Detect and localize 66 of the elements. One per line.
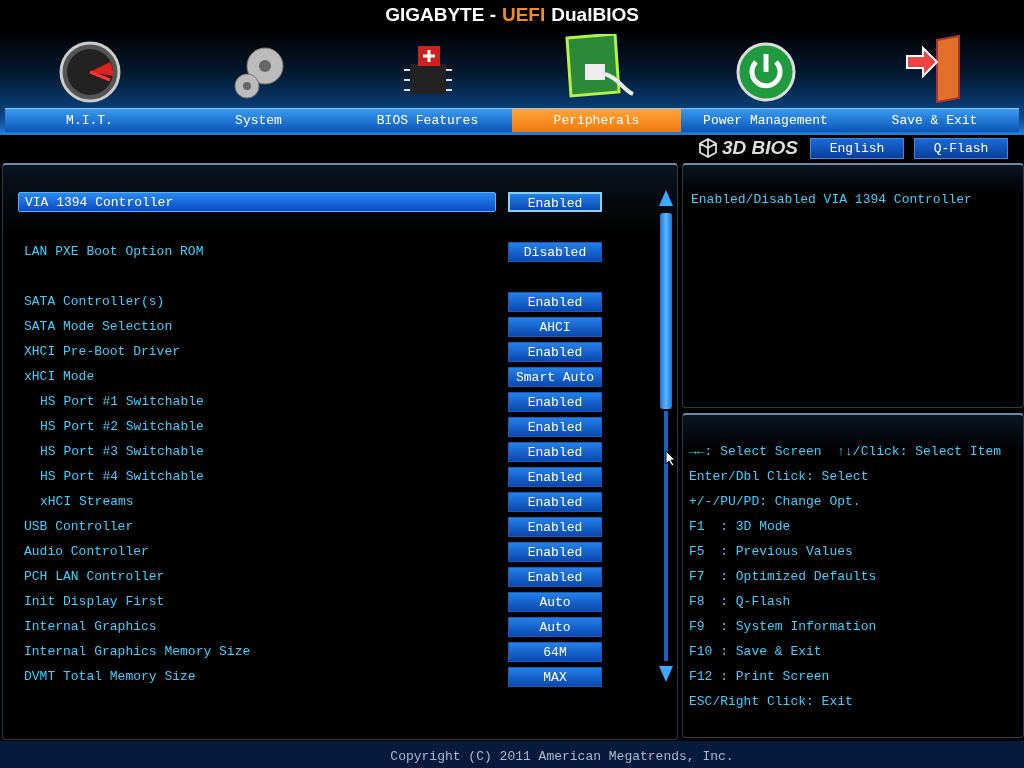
setting-label[interactable]: SATA Controller(s) <box>18 291 496 312</box>
setting-value-button[interactable]: MAX <box>508 666 602 687</box>
setting-label[interactable]: HS Port #1 Switchable <box>18 391 496 412</box>
setting-label[interactable]: Audio Controller <box>18 541 496 562</box>
setting-value-button[interactable]: Auto <box>508 591 602 612</box>
setting-value-button[interactable]: Disabled <box>508 241 602 262</box>
help-text: F8 : Q-Flash <box>689 593 792 611</box>
setting-label[interactable]: DVMT Total Memory Size <box>18 666 496 687</box>
setting-value-button[interactable]: Enabled <box>508 566 602 587</box>
setting-label[interactable]: PCH LAN Controller <box>18 566 496 587</box>
title-uefi: UEFI <box>501 4 546 26</box>
help-text: →←: Select Screen ↑↓/Click: Select Item <box>689 443 1003 461</box>
toolbar-button[interactable]: Q-Flash <box>914 137 1008 159</box>
tab[interactable]: System <box>174 109 343 132</box>
setting-description: Enabled/Disabled VIA 1394 Controller <box>691 192 972 207</box>
help-text: F10 : Save & Exit <box>689 643 823 661</box>
setting-label[interactable]: USB Controller <box>18 516 496 537</box>
setting-value-button[interactable]: Smart Auto <box>508 366 602 387</box>
setting-label[interactable]: SATA Mode Selection <box>18 316 496 337</box>
help-text: F1 : 3D Mode <box>689 518 792 536</box>
bios-logo-text: 3D BIOS <box>721 137 798 159</box>
help-text: +/-/PU/PD: Change Opt. <box>689 493 862 511</box>
setting-label[interactable]: xHCI Mode <box>18 366 496 387</box>
setting-value-button[interactable]: Auto <box>508 616 602 637</box>
setting-label[interactable]: Internal Graphics Memory Size <box>18 641 496 662</box>
setting-value-button[interactable]: Enabled <box>508 341 602 362</box>
title-brand: GIGABYTE - <box>385 4 496 26</box>
setting-value-button[interactable]: Enabled <box>508 491 602 512</box>
tab[interactable]: Save & Exit <box>850 109 1019 132</box>
setting-label[interactable]: LAN PXE Boot Option ROM <box>18 241 496 262</box>
tab[interactable]: Power Management <box>681 109 850 132</box>
setting-label[interactable]: xHCI Streams <box>18 491 496 512</box>
setting-value-button[interactable]: Enabled <box>508 191 602 212</box>
scrollbar-thumb[interactable] <box>660 213 672 409</box>
title-product: DualBIOS <box>551 4 639 26</box>
toolbar-button[interactable]: English <box>810 137 904 159</box>
setting-value-button[interactable]: Enabled <box>508 416 602 437</box>
setting-label[interactable]: Internal Graphics <box>18 616 496 637</box>
setting-value-button[interactable]: AHCI <box>508 316 602 337</box>
setting-value-button[interactable]: Enabled <box>508 441 602 462</box>
setting-value-button[interactable]: Enabled <box>508 541 602 562</box>
tab[interactable]: BIOS Features <box>343 109 512 132</box>
help-text: F7 : Optimized Defaults <box>689 568 878 586</box>
setting-value-button[interactable]: Enabled <box>508 391 602 412</box>
setting-label[interactable]: XHCI Pre-Boot Driver <box>18 341 496 362</box>
setting-value-button[interactable]: Enabled <box>508 466 602 487</box>
scroll-down-arrow-icon[interactable] <box>658 665 674 683</box>
setting-value-button[interactable]: Enabled <box>508 291 602 312</box>
scroll-up-arrow-icon[interactable] <box>658 189 674 207</box>
setting-label[interactable]: HS Port #4 Switchable <box>18 466 496 487</box>
mouse-cursor-icon <box>665 450 676 467</box>
setting-label[interactable]: HS Port #2 Switchable <box>18 416 496 437</box>
help-text: F5 : Previous Values <box>689 543 854 561</box>
tab[interactable]: M.I.T. <box>5 109 174 132</box>
help-text: F12 : Print Screen <box>689 668 831 686</box>
setting-value-button[interactable]: 64M <box>508 641 602 662</box>
setting-value-button[interactable]: Enabled <box>508 516 602 537</box>
help-text: Enter/Dbl Click: Select <box>689 468 870 486</box>
cube-icon <box>697 138 718 158</box>
setting-label[interactable]: Init Display First <box>18 591 496 612</box>
selected-setting-label[interactable]: VIA 1394 Controller <box>18 191 496 212</box>
setting-label[interactable]: HS Port #3 Switchable <box>18 441 496 462</box>
copyright-text: Copyright (C) 2011 American Megatrends, Inc. <box>389 748 734 764</box>
help-text: F9 : System Information <box>689 618 878 636</box>
speedometer-icon <box>57 40 122 104</box>
help-text: ESC/Right Click: Exit <box>689 693 854 711</box>
